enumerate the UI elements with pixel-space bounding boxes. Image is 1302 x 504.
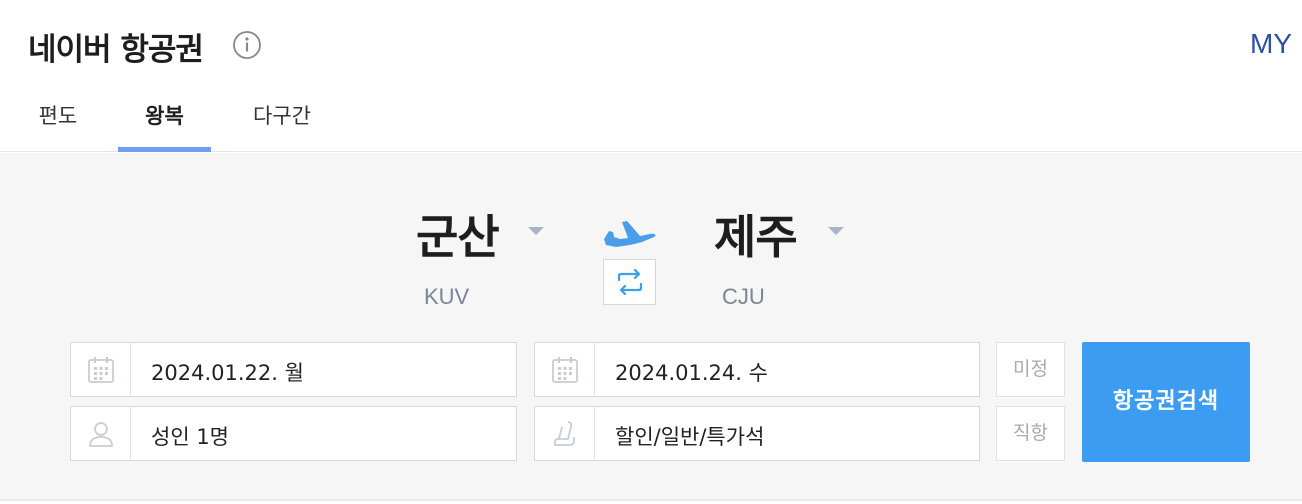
info-icon[interactable] <box>232 30 262 60</box>
seat-class-field[interactable]: 할인/일반/특가석 <box>534 406 980 461</box>
header: 네이버 항공권 MY 편도 왕복 다구간 <box>0 0 1302 152</box>
tab-one-way[interactable]: 편도 <box>28 96 88 152</box>
seat-icon <box>535 407 595 460</box>
swap-icon <box>617 268 643 296</box>
passengers-value: 성인 1명 <box>151 425 229 449</box>
chevron-down-icon <box>828 227 844 235</box>
tab-label: 왕복 <box>145 104 184 128</box>
direct-flight-button[interactable]: 직항 <box>996 406 1065 461</box>
plane-icon <box>602 209 658 251</box>
tab-label: 편도 <box>38 104 78 128</box>
depart-date-value: 2024.01.22. 월 <box>151 361 304 385</box>
return-date-field[interactable]: 2024.01.24. 수 <box>534 342 980 397</box>
destination-city[interactable]: 제주 <box>714 201 798 267</box>
origin-code: KUV <box>424 284 470 309</box>
depart-date-field[interactable]: 2024.01.22. 월 <box>70 342 517 397</box>
search-flights-button[interactable]: 항공권검색 <box>1082 342 1250 462</box>
destination-code: CJU <box>722 284 765 309</box>
swap-button[interactable] <box>603 259 656 305</box>
tab-multi-city[interactable]: 다구간 <box>244 96 320 152</box>
return-date-value: 2024.01.24. 수 <box>615 361 768 385</box>
active-tab-indicator <box>118 147 211 152</box>
my-link[interactable]: MY <box>1250 28 1292 60</box>
tab-round-trip[interactable]: 왕복 <box>118 96 211 152</box>
chevron-down-icon <box>528 227 544 235</box>
person-icon <box>71 407 131 460</box>
undecided-button[interactable]: 미정 <box>996 342 1065 397</box>
tab-label: 다구간 <box>253 104 311 128</box>
calendar-icon <box>535 343 595 396</box>
passengers-field[interactable]: 성인 1명 <box>70 406 517 461</box>
calendar-icon <box>71 343 131 396</box>
page-title: 네이버 항공권 <box>28 32 204 68</box>
search-panel: 군산 KUV 제주 CJU 2024.01.22. 월 2024.01.24. … <box>0 153 1302 501</box>
seat-class-value: 할인/일반/특가석 <box>615 425 765 449</box>
origin-city[interactable]: 군산 <box>416 201 500 267</box>
